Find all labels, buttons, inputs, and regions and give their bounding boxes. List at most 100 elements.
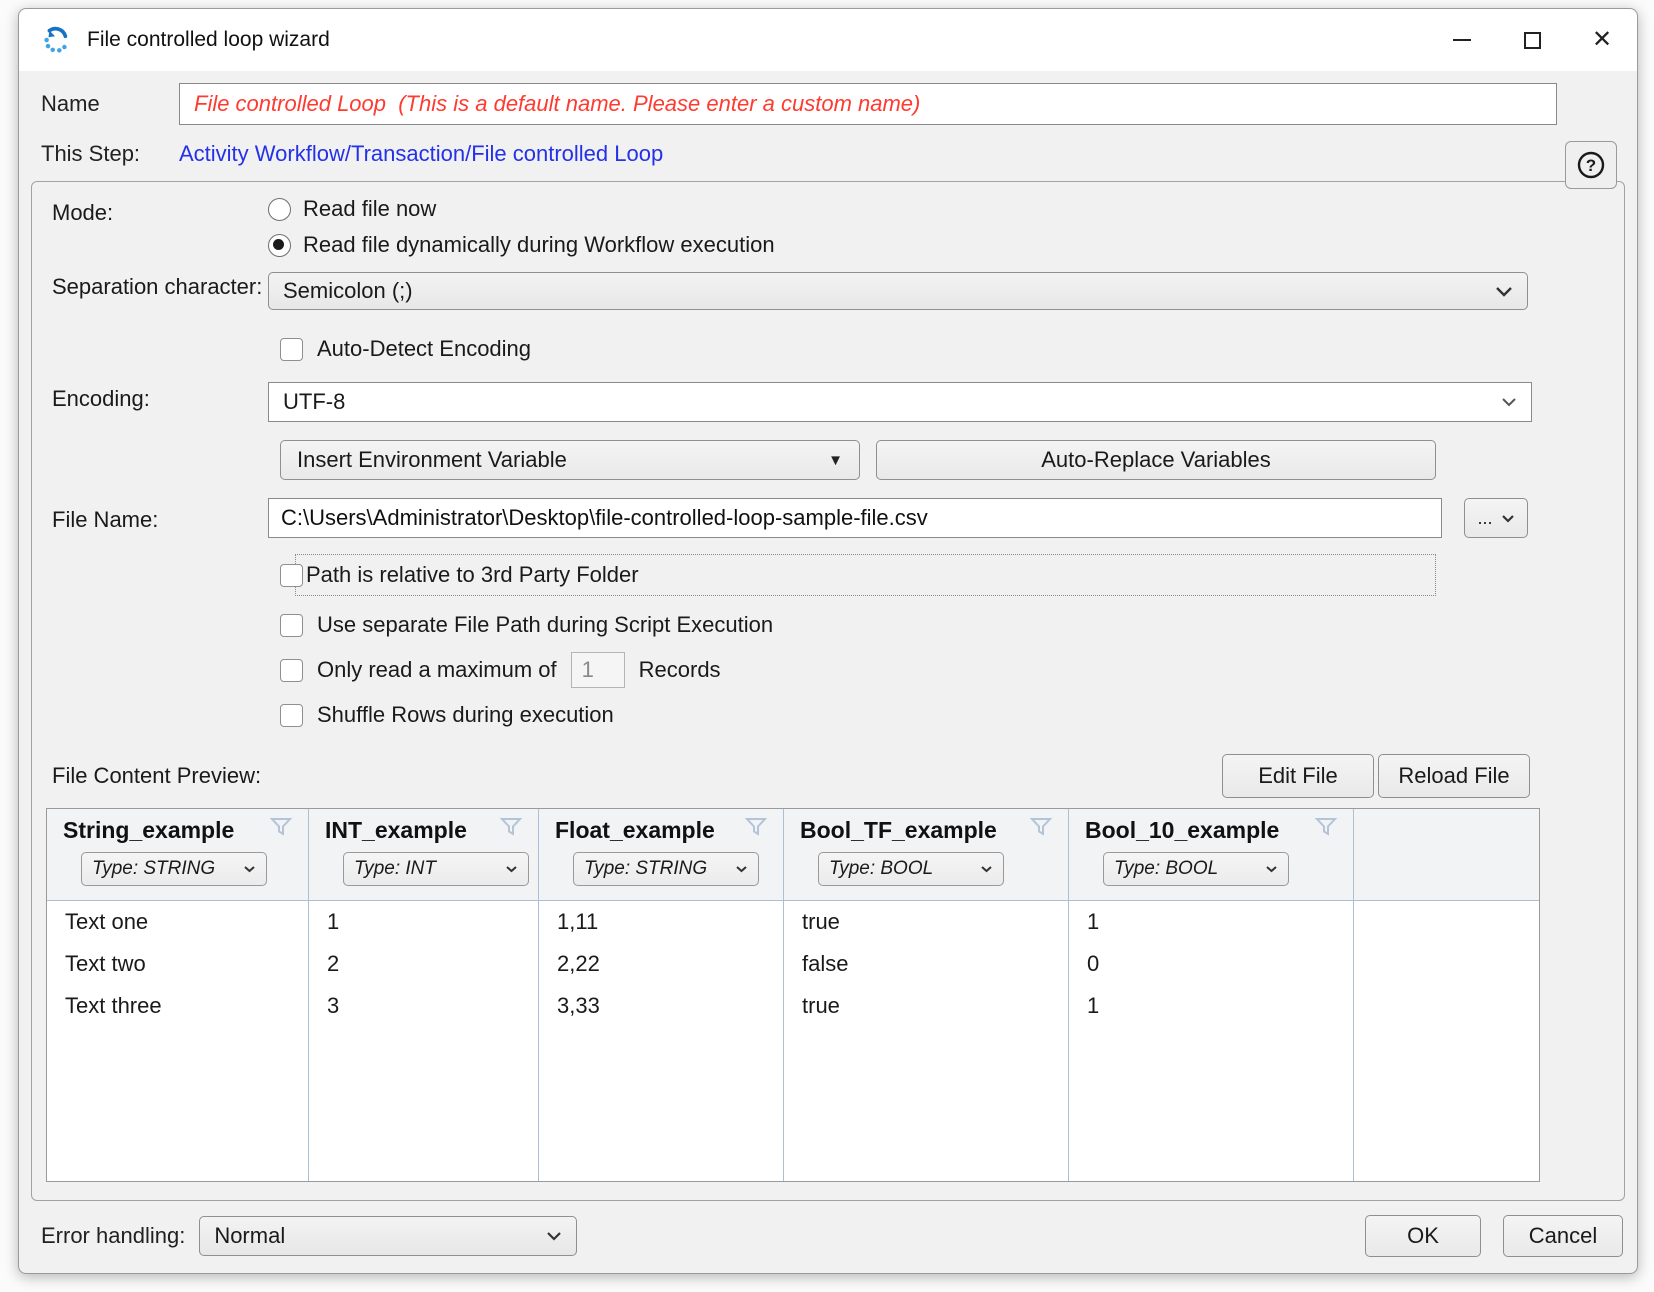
column-title: String_example (63, 817, 234, 843)
path-relative-focus-box: Path is relative to 3rd Party Folder (295, 554, 1436, 596)
filter-funnel-icon[interactable] (500, 817, 522, 837)
cancel-label: Cancel (1529, 1223, 1597, 1249)
max-records-label-before: Only read a maximum of (317, 657, 557, 683)
path-relative-checkbox[interactable] (280, 564, 303, 587)
column-type-value: Type: STRING (92, 858, 215, 880)
chevron-down-icon (243, 865, 256, 873)
table-cell[interactable]: 0 (1069, 943, 1353, 985)
file-path-input[interactable] (268, 498, 1442, 538)
radio-read-file-now[interactable]: Read file now (268, 196, 775, 222)
column-type-value: Type: BOOL (829, 858, 933, 880)
column-header[interactable]: INT_example Type: INT (309, 809, 538, 901)
column-header[interactable]: Float_example Type: STRING (539, 809, 783, 901)
column-header[interactable]: Bool_TF_example Type: BOOL (784, 809, 1068, 901)
error-handling-value: Normal (214, 1223, 285, 1249)
radio-label: Read file now (303, 196, 436, 222)
minimize-button[interactable] (1427, 9, 1497, 71)
max-records-input[interactable] (571, 652, 625, 688)
table-cell[interactable]: 3,33 (539, 985, 783, 1027)
table-cell[interactable]: 3 (309, 985, 538, 1027)
auto-replace-variables-button[interactable]: Auto-Replace Variables (876, 440, 1436, 480)
insert-env-variable-button[interactable]: Insert Environment Variable ▼ (280, 440, 860, 480)
column-type-value: Type: STRING (584, 858, 707, 880)
edit-file-button[interactable]: Edit File (1222, 754, 1374, 798)
this-step-link[interactable]: Activity Workflow/Transaction/File contr… (179, 141, 663, 167)
separation-row: Separation character: Semicolon (;) (40, 270, 1624, 310)
name-input[interactable] (179, 83, 1557, 125)
encoding-label: Encoding: (40, 382, 268, 422)
column-header[interactable]: String_example Type: STRING (47, 809, 308, 901)
column-title: Float_example (555, 817, 715, 843)
filter-funnel-icon[interactable] (1030, 817, 1052, 837)
reload-file-label: Reload File (1398, 763, 1509, 789)
chevron-down-icon (1501, 397, 1517, 407)
max-records-checkbox[interactable] (280, 659, 303, 682)
close-icon: ✕ (1592, 28, 1612, 52)
shuffle-rows-row[interactable]: Shuffle Rows during execution (280, 702, 1624, 728)
column-type-select[interactable]: Type: BOOL (818, 852, 1004, 886)
column-type-select[interactable]: Type: INT (343, 852, 529, 886)
mode-label: Mode: (40, 196, 268, 258)
dropdown-arrow-icon: ▼ (828, 452, 843, 469)
shuffle-rows-label: Shuffle Rows during execution (317, 702, 614, 728)
error-handling-label: Error handling: (33, 1223, 185, 1249)
chevron-down-icon (735, 865, 748, 873)
svg-text:?: ? (1586, 156, 1596, 175)
ok-button[interactable]: OK (1365, 1215, 1481, 1257)
close-button[interactable]: ✕ (1567, 9, 1637, 71)
name-label: Name (41, 91, 179, 117)
radio-read-dynamically[interactable]: Read file dynamically during Workflow ex… (268, 232, 775, 258)
separate-path-checkbox[interactable] (280, 614, 303, 637)
table-cell[interactable]: Text three (47, 985, 308, 1027)
path-relative-row[interactable]: Path is relative to 3rd Party Folder (280, 554, 1436, 596)
table-cell[interactable]: false (784, 943, 1068, 985)
encoding-row: Encoding: UTF-8 (40, 382, 1624, 422)
auto-detect-encoding-row[interactable]: Auto-Detect Encoding (280, 336, 1624, 362)
table-cell[interactable]: true (784, 985, 1068, 1027)
settings-group: Mode: Read file now Read file dynamicall… (31, 181, 1625, 1201)
table-cell[interactable]: 1 (309, 901, 538, 943)
radio-circle-checked (268, 234, 291, 257)
table-cell[interactable]: Text one (47, 901, 308, 943)
column-title: INT_example (325, 817, 467, 843)
column-type-select[interactable]: Type: BOOL (1103, 852, 1289, 886)
table-cell[interactable]: 1 (1069, 901, 1353, 943)
table-cell[interactable]: true (784, 901, 1068, 943)
column-bool-tf-example: Bool_TF_example Type: BOOL true false tr… (784, 809, 1069, 1181)
table-cell[interactable]: 1,11 (539, 901, 783, 943)
column-int-example: INT_example Type: INT 1 2 3 (309, 809, 539, 1181)
column-type-value: Type: BOOL (1114, 858, 1218, 880)
auto-detect-checkbox[interactable] (280, 338, 303, 361)
filter-funnel-icon[interactable] (745, 817, 767, 837)
error-handling-select[interactable]: Normal (199, 1216, 577, 1256)
column-type-select[interactable]: Type: STRING (81, 852, 267, 886)
chevron-down-icon (980, 865, 993, 873)
filter-funnel-icon[interactable] (270, 817, 292, 837)
filter-funnel-icon[interactable] (1315, 817, 1337, 837)
cancel-button[interactable]: Cancel (1503, 1215, 1623, 1257)
ok-label: OK (1407, 1223, 1439, 1249)
table-cell[interactable]: 2,22 (539, 943, 783, 985)
separate-path-row[interactable]: Use separate File Path during Script Exe… (280, 612, 1624, 638)
column-header[interactable]: Bool_10_example Type: BOOL (1069, 809, 1353, 901)
table-cell[interactable]: Text two (47, 943, 308, 985)
table-cell[interactable]: 2 (309, 943, 538, 985)
column-type-select[interactable]: Type: STRING (573, 852, 759, 886)
path-relative-label: Path is relative to 3rd Party Folder (306, 562, 639, 588)
column-float-example: Float_example Type: STRING 1,11 2,22 3,3… (539, 809, 784, 1181)
auto-replace-label: Auto-Replace Variables (1041, 447, 1271, 473)
help-button[interactable]: ? (1565, 141, 1617, 189)
reload-file-button[interactable]: Reload File (1378, 754, 1530, 798)
encoding-combo[interactable]: UTF-8 (268, 382, 1532, 422)
this-step-label: This Step: (41, 141, 179, 167)
column-empty (1354, 809, 1539, 1181)
table-cell[interactable]: 1 (1069, 985, 1353, 1027)
browse-file-button[interactable]: ... (1464, 498, 1528, 538)
maximize-button[interactable] (1497, 9, 1567, 71)
chevron-down-icon (1495, 286, 1513, 297)
shuffle-rows-checkbox[interactable] (280, 704, 303, 727)
column-string-example: String_example Type: STRING Text one Tex… (47, 809, 309, 1181)
chevron-down-icon (546, 1231, 562, 1241)
max-records-row[interactable]: Only read a maximum of Records (280, 652, 1624, 688)
separation-select[interactable]: Semicolon (;) (268, 272, 1528, 310)
